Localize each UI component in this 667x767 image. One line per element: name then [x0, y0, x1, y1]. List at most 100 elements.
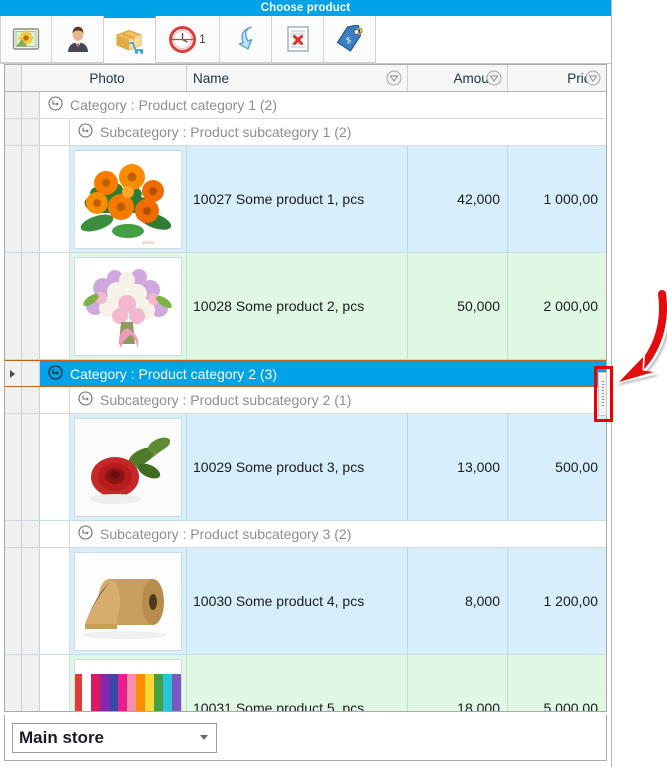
move-button[interactable] — [220, 16, 272, 63]
group-indent — [22, 387, 40, 413]
group-indent-level2 — [40, 387, 70, 413]
group-row-subcategory[interactable]: Subcategory : Product subcategory 2 (1) — [5, 387, 606, 414]
group-row-subcategory[interactable]: Subcategory : Product subcategory 3 (2) — [5, 521, 606, 548]
cell-photo — [70, 414, 187, 520]
table-row[interactable]: 10031 Some product 5, pcs 18,000 5 000,0… — [5, 655, 606, 711]
table-row[interactable]: photo 10027 Some product 1, pcs 42,000 1… — [5, 146, 606, 253]
choose-product-window: Choose product 1 $ Photo Name Amount Pri… — [0, 0, 612, 767]
store-selector[interactable]: Main store — [12, 722, 217, 753]
table-row[interactable]: 10029 Some product 3, pcs 13,000 500,00 — [5, 414, 606, 521]
delete-document-button[interactable] — [272, 16, 324, 63]
group-row-category-selected[interactable]: Category : Product category 2 (3) — [5, 360, 606, 387]
contacts-button[interactable] — [52, 16, 104, 63]
row-indicator-cell — [5, 655, 22, 711]
group-row-content: Category : Product category 1 (2) — [40, 92, 606, 118]
cell-name: 10028 Some product 2, pcs — [187, 253, 408, 359]
row-indicator-cell — [5, 92, 22, 118]
history-count: 1 — [199, 32, 206, 46]
row-indicator-cell — [5, 361, 22, 386]
group-row-category[interactable]: Category : Product category 1 (2) — [5, 92, 606, 119]
cell-price: 1 200,00 — [508, 548, 606, 654]
products-button[interactable] — [104, 16, 156, 63]
column-header-name-label: Name — [193, 70, 230, 86]
product-photo-kraft-paper-roll — [74, 551, 182, 651]
group-row-label: Category : Product category 2 (3) — [70, 365, 277, 382]
product-grid: Photo Name Amount Price Category: Produ… — [4, 64, 607, 712]
cell-amount: 42,000 — [408, 146, 508, 252]
svg-text:photo: photo — [143, 240, 155, 245]
table-row[interactable]: 10028 Some product 2, pcs 50,000 2 000,0… — [5, 253, 606, 360]
filter-icon[interactable] — [486, 70, 502, 89]
price-tag-button[interactable]: $ — [324, 16, 376, 63]
vertical-splitter-grip[interactable] — [598, 372, 607, 416]
group-row-content: Category : Product category 2 (3) — [40, 361, 606, 386]
cell-amount: 8,000 — [408, 548, 508, 654]
row-indicator-cell — [5, 387, 22, 413]
group-indent — [22, 92, 40, 118]
row-indicator-cell — [5, 521, 22, 547]
product-photo-color-ribbons — [74, 658, 182, 711]
selected-row-caret-icon — [10, 369, 15, 378]
cell-photo — [70, 253, 187, 359]
box-cart-icon — [114, 26, 146, 54]
group-row-content: Subcategory : Product subcategory 3 (2) — [70, 521, 606, 547]
group-expand-icon[interactable] — [78, 391, 93, 409]
window-titlebar: Choose product — [0, 0, 611, 16]
cell-name: 10029 Some product 3, pcs — [187, 414, 408, 520]
grid-body: Category : Product category 1 (2) Subcat… — [5, 92, 606, 711]
group-indent — [22, 119, 40, 145]
group-row-label: Category : Product category 1 (2) — [70, 97, 277, 113]
group-row-content: Subcategory : Product subcategory 2 (1) — [70, 387, 606, 413]
row-indicator-cell — [5, 414, 22, 520]
group-expand-icon[interactable] — [78, 123, 93, 141]
cell-price: 500,00 — [508, 414, 606, 520]
group-expand-icon[interactable] — [48, 96, 63, 114]
column-header-amount[interactable]: Amount — [408, 65, 508, 91]
bottom-bar: Main store — [4, 715, 607, 761]
column-header-photo-label: Photo — [89, 70, 125, 86]
column-header-price[interactable]: Price — [508, 65, 606, 91]
group-indent-level2 — [40, 119, 70, 145]
group-indent — [22, 361, 40, 386]
screenshot-root: Choose product 1 $ Photo Name Amount Pri… — [0, 0, 667, 767]
curved-arrow-icon — [232, 25, 260, 53]
cell-price: 5 000,00 — [508, 655, 606, 711]
group-row-label: Subcategory : Product subcategory 2 (1) — [100, 392, 352, 408]
photo-gallery-button[interactable] — [0, 16, 52, 63]
cell-price: 1 000,00 — [508, 146, 606, 252]
group-indent — [22, 146, 40, 252]
group-expand-icon[interactable] — [78, 525, 93, 543]
chevron-down-icon[interactable] — [200, 735, 208, 740]
group-indent — [22, 521, 40, 547]
group-indent — [22, 414, 40, 520]
window-title: Choose product — [260, 2, 351, 14]
cell-price: 2 000,00 — [508, 253, 606, 359]
group-indent — [22, 548, 40, 654]
row-indicator-cell — [5, 119, 22, 145]
group-indent-level2 — [40, 414, 70, 520]
toolbar: 1 $ — [0, 16, 611, 64]
cell-photo — [70, 548, 187, 654]
column-header-name[interactable]: Name — [187, 65, 408, 91]
group-indent-level2 — [40, 253, 70, 359]
group-row-subcategory[interactable]: Subcategory : Product subcategory 1 (2) — [5, 119, 606, 146]
group-expand-icon[interactable] — [48, 364, 63, 383]
product-photo-pastel-bouquet — [74, 256, 182, 356]
history-button[interactable]: 1 — [156, 16, 220, 63]
group-indent — [22, 253, 40, 359]
group-row-label: Subcategory : Product subcategory 3 (2) — [100, 526, 352, 542]
column-header-photo[interactable]: Photo — [22, 65, 187, 91]
clock-icon — [169, 25, 197, 53]
header-indicator-cell — [5, 65, 22, 91]
row-indicator-cell — [5, 146, 22, 252]
cell-amount: 50,000 — [408, 253, 508, 359]
group-row-label: Subcategory : Product subcategory 1 (2) — [100, 124, 352, 140]
cell-name: 10031 Some product 5, pcs — [187, 655, 408, 711]
cell-amount: 13,000 — [408, 414, 508, 520]
row-indicator-cell — [5, 548, 22, 654]
group-indent — [22, 655, 40, 711]
table-row[interactable]: 10030 Some product 4, pcs 8,000 1 200,00 — [5, 548, 606, 655]
filter-icon[interactable] — [386, 70, 402, 89]
filter-icon[interactable] — [585, 70, 601, 89]
cell-amount: 18,000 — [408, 655, 508, 711]
